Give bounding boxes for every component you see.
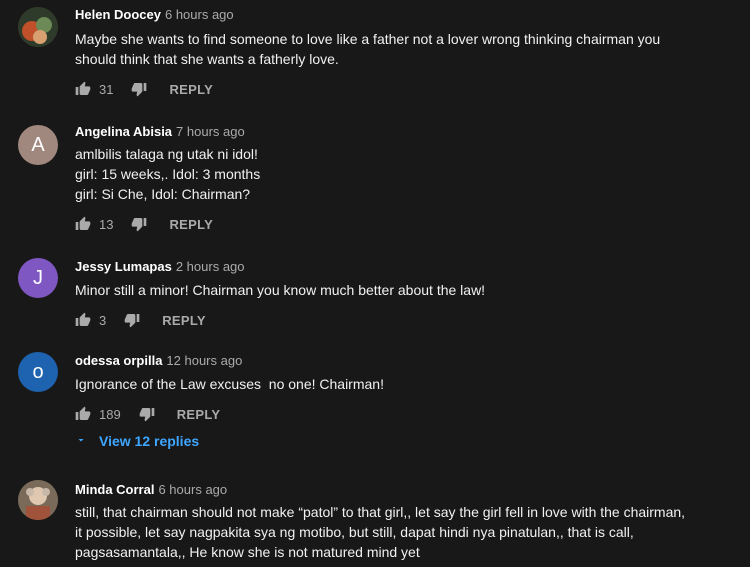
avatar-letter: A (31, 133, 45, 156)
comment-line: should think that she wants a fatherly l… (75, 51, 339, 67)
thumbs-down-icon[interactable] (139, 406, 155, 422)
avatar[interactable] (18, 7, 58, 47)
comment-header: odessa orpilla 12 hours ago (75, 353, 242, 368)
comment-line: Minor still a minor! Chairman you know m… (75, 282, 486, 298)
comment-line: pagsasamantala,, He know she is not matu… (75, 544, 420, 560)
avatar-photo (18, 7, 58, 47)
thumbs-up-icon[interactable] (75, 406, 91, 422)
like-count: 31 (99, 81, 114, 97)
reply-button[interactable]: REPLY (169, 217, 213, 232)
comment-line: Maybe she wants to find someone to love … (75, 31, 661, 47)
comment-text: Minor still a minor! Chairman you know m… (75, 280, 735, 300)
avatar[interactable]: o (18, 352, 58, 392)
thumbs-down-icon[interactable] (131, 81, 147, 97)
thumbs-down-icon[interactable] (131, 216, 147, 232)
view-replies-button[interactable]: View 12 replies (75, 433, 199, 449)
comment-line: it possible, let say nagpakita sya ng mo… (75, 524, 634, 540)
comment-actions: 189 REPLY (75, 402, 220, 426)
like-count: 189 (99, 406, 121, 422)
comment-line: Ignorance of the Law excuses no one! Cha… (75, 376, 384, 392)
comment-header: Helen Doocey 6 hours ago (75, 7, 234, 22)
comment-author[interactable]: Helen Doocey (75, 7, 161, 22)
comment-actions: 13 REPLY (75, 212, 213, 236)
comment-line: girl: Si Che, Idol: Chairman? (75, 186, 251, 202)
avatar-letter: o (32, 360, 44, 383)
avatar-letter: J (33, 266, 43, 289)
avatar-photo (18, 480, 58, 520)
comment-time[interactable]: 12 hours ago (166, 353, 242, 368)
comment-author[interactable]: odessa orpilla (75, 353, 162, 368)
avatar[interactable]: A (18, 125, 58, 165)
comment-author[interactable]: Jessy Lumapas (75, 259, 172, 274)
like-count: 13 (99, 216, 114, 232)
avatar[interactable] (18, 480, 58, 520)
comment-text: still, that chairman should not make “pa… (75, 502, 735, 562)
comment-actions: 31 REPLY (75, 77, 213, 101)
comment-time[interactable]: 6 hours ago (165, 7, 234, 22)
comment-actions: 3 REPLY (75, 308, 206, 332)
thumbs-down-icon[interactable] (124, 312, 140, 328)
comment-line: girl: 15 weeks,. Idol: 3 months (75, 166, 261, 182)
thumbs-up-icon[interactable] (75, 312, 91, 328)
chevron-down-icon (75, 433, 87, 449)
comment-line: still, that chairman should not make “pa… (75, 504, 686, 520)
like-count: 3 (99, 312, 107, 328)
comment-text: Maybe she wants to find someone to love … (75, 29, 735, 69)
comment-header: Minda Corral 6 hours ago (75, 482, 227, 497)
view-replies-label: View 12 replies (99, 433, 200, 449)
thumbs-up-icon[interactable] (75, 81, 91, 97)
comment-text: Ignorance of the Law excuses no one! Cha… (75, 374, 735, 394)
reply-button[interactable]: REPLY (177, 407, 221, 422)
reply-button[interactable]: REPLY (162, 313, 206, 328)
comment-time[interactable]: 2 hours ago (176, 259, 245, 274)
comment-time[interactable]: 7 hours ago (176, 124, 245, 139)
comment-time[interactable]: 6 hours ago (158, 482, 227, 497)
comment-author[interactable]: Minda Corral (75, 482, 154, 497)
thumbs-up-icon[interactable] (75, 216, 91, 232)
avatar[interactable]: J (18, 258, 58, 298)
comment-header: Angelina Abisia 7 hours ago (75, 124, 245, 139)
comment-header: Jessy Lumapas 2 hours ago (75, 259, 245, 274)
reply-button[interactable]: REPLY (169, 82, 213, 97)
comment-text: amlbilis talaga ng utak ni idol! girl: 1… (75, 144, 735, 204)
comment-author[interactable]: Angelina Abisia (75, 124, 172, 139)
comment-line: amlbilis talaga ng utak ni idol! (75, 146, 258, 162)
